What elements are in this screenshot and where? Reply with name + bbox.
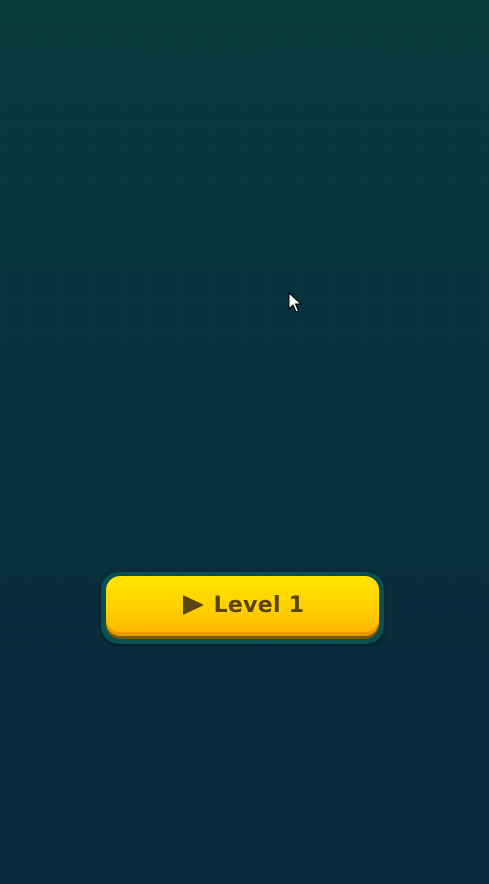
play-icon: [182, 595, 203, 615]
play-button-frame: Level 1: [101, 572, 384, 644]
cursor-arrow-icon: [288, 292, 302, 313]
play-level-button[interactable]: Level 1: [106, 576, 379, 636]
game-screen: Level 1: [0, 0, 489, 884]
play-button-label: Level 1: [213, 592, 305, 618]
background-grid: [0, 0, 489, 884]
